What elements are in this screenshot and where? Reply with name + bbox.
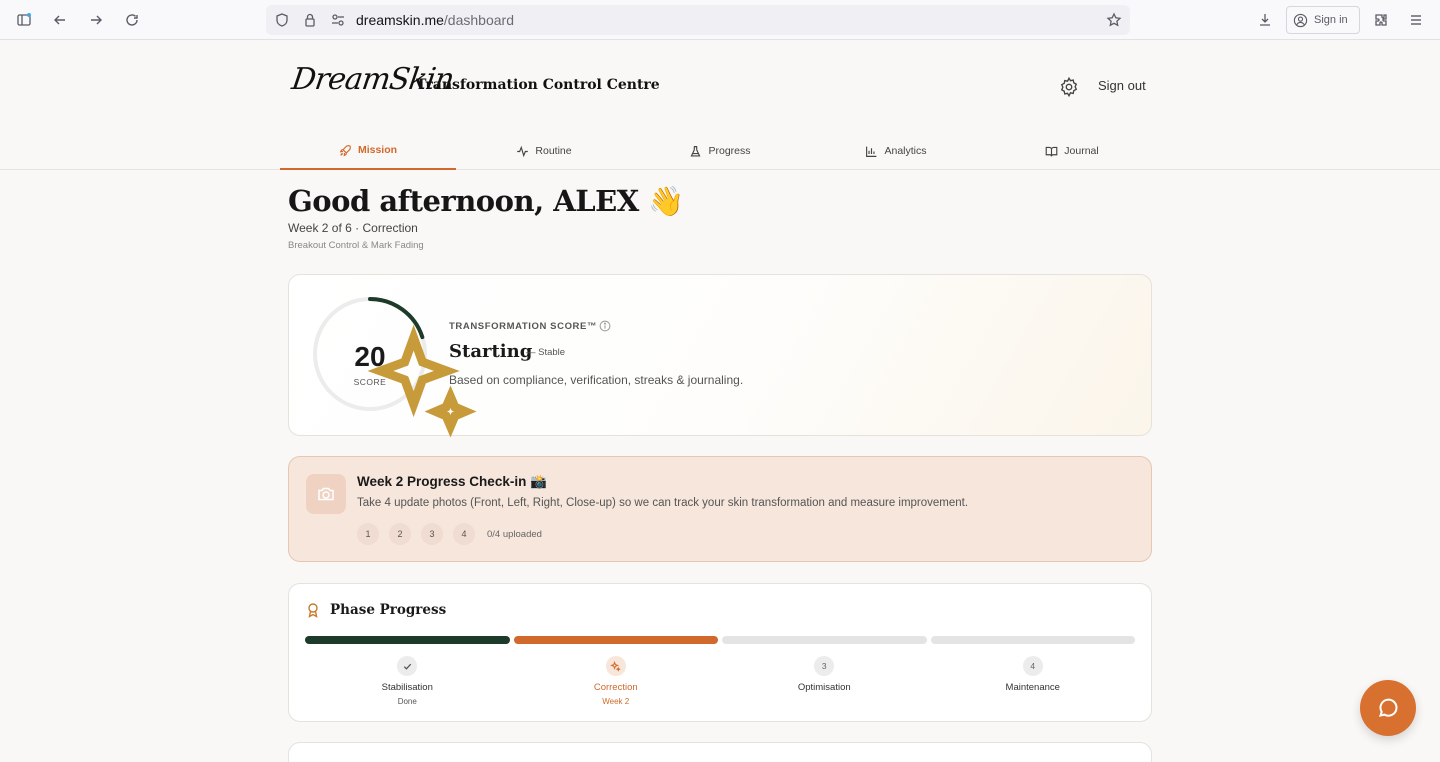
bookmark-star-icon[interactable] xyxy=(1106,12,1122,28)
gear-icon[interactable] xyxy=(1058,76,1080,98)
sparkles-icon xyxy=(610,660,622,672)
phase-step-marker xyxy=(605,656,626,676)
photo-slots: 1 2 3 4 0/4 uploaded xyxy=(357,523,542,545)
score-ring: 20 SCORE xyxy=(311,295,477,438)
score-value: 20 xyxy=(354,341,386,372)
score-status: Starting xyxy=(449,341,533,362)
app-header: DreamSkin Transformation Control Centre … xyxy=(0,40,1440,170)
info-icon[interactable] xyxy=(599,320,611,332)
url-text[interactable]: dreamskin.me/dashboard xyxy=(356,12,514,28)
extensions-icon[interactable] xyxy=(1369,8,1393,32)
score-trend: — Stable xyxy=(526,347,566,358)
url-bar[interactable]: dreamskin.me/dashboard xyxy=(266,5,1130,35)
lock-icon[interactable] xyxy=(302,12,318,28)
tab-analytics-label: Analytics xyxy=(884,145,927,157)
photo-slot[interactable]: 1 xyxy=(357,523,379,545)
sign-out-button[interactable]: Sign out xyxy=(1098,78,1146,93)
phase-steps: Stabilisation Done Correction Week 2 3 O… xyxy=(305,656,1135,706)
award-icon xyxy=(308,603,318,618)
forward-icon[interactable] xyxy=(84,8,108,32)
tab-progress[interactable]: Progress xyxy=(632,132,808,170)
tab-progress-label: Progress xyxy=(708,145,751,157)
camera-icon[interactable] xyxy=(306,474,346,514)
phase-step-name: Correction xyxy=(593,682,638,693)
back-icon[interactable] xyxy=(48,8,72,32)
week-indicator: Week 2 of 6 · Correction xyxy=(288,221,418,235)
transformation-score-card: 20 SCORE TRANSFORMATION SCORE™ Starting … xyxy=(288,274,1152,438)
phase-bars xyxy=(305,636,1135,644)
browser-signin-label: Sign in xyxy=(1314,14,1348,26)
checkin-title: Week 2 Progress Check-in 📸 xyxy=(357,474,547,489)
checkin-description: Take 4 update photos (Front, Left, Right… xyxy=(357,497,969,509)
shield-icon[interactable] xyxy=(274,12,290,28)
next-card xyxy=(288,742,1152,762)
phase-bar xyxy=(305,636,510,644)
url-path: /dashboard xyxy=(443,12,514,28)
reload-icon[interactable] xyxy=(120,8,144,32)
photo-slot[interactable]: 4 xyxy=(453,523,475,545)
chat-button[interactable] xyxy=(1360,680,1416,736)
activity-icon xyxy=(517,145,529,157)
tab-mission[interactable]: Mission xyxy=(280,132,456,170)
phase-bar xyxy=(722,636,927,644)
phase-step-maintenance: 4 Maintenance xyxy=(931,656,1136,706)
sidebar-toggle-icon[interactable] xyxy=(12,8,36,32)
phase-step-marker: 4 xyxy=(1022,656,1043,676)
phase-step-name: Maintenance xyxy=(1005,682,1060,693)
tab-journal[interactable]: Journal xyxy=(984,132,1160,170)
photo-slot[interactable]: 3 xyxy=(421,523,443,545)
tab-analytics[interactable]: Analytics xyxy=(808,132,984,170)
upload-status: 0/4 uploaded xyxy=(487,528,542,540)
browser-toolbar: dreamskin.me/dashboard Sign in xyxy=(0,0,1440,40)
score-unit-label: SCORE xyxy=(353,377,387,387)
bar-chart-icon xyxy=(866,146,877,157)
phase-step-name: Stabilisation xyxy=(381,682,433,693)
phase-bar xyxy=(513,636,718,644)
chat-bubble-icon xyxy=(1378,698,1398,717)
progress-checkin-card[interactable]: Week 2 Progress Check-in 📸 Take 4 update… xyxy=(288,456,1152,562)
rocket-icon xyxy=(339,144,351,156)
tab-journal-label: Journal xyxy=(1064,145,1099,157)
phase-progress-title: Phase Progress xyxy=(330,602,447,618)
score-description: Based on compliance, verification, strea… xyxy=(449,373,744,387)
check-icon xyxy=(403,663,411,670)
menu-icon[interactable] xyxy=(1404,8,1428,32)
phase-step-sub: Done xyxy=(397,697,417,706)
browser-signin-button[interactable]: Sign in xyxy=(1286,6,1360,34)
photo-slot[interactable]: 2 xyxy=(389,523,411,545)
flask-icon xyxy=(691,145,701,157)
phase-step-correction: Correction Week 2 xyxy=(514,656,719,706)
phase-step-name: Optimisation xyxy=(797,682,851,693)
tab-routine-label: Routine xyxy=(535,145,572,157)
main-nav: Mission Routine Progress Analytics Journ… xyxy=(280,132,1160,170)
download-icon[interactable] xyxy=(1253,8,1277,32)
tab-routine[interactable]: Routine xyxy=(456,132,632,170)
score-label: TRANSFORMATION SCORE™ xyxy=(449,321,598,332)
phase-bar xyxy=(930,636,1135,644)
phase-step-sub: Week 2 xyxy=(602,697,630,706)
phase-step-optimisation: 3 Optimisation xyxy=(722,656,927,706)
app-title: Transformation Control Centre xyxy=(416,77,660,93)
account-icon xyxy=(1293,13,1308,27)
phase-progress-card: Phase Progress Stabilisation Done Correc… xyxy=(288,583,1152,722)
url-domain: dreamskin.me xyxy=(356,12,444,28)
permissions-icon[interactable] xyxy=(330,12,346,28)
phase-step-marker: 3 xyxy=(814,656,835,676)
phase-step-marker xyxy=(397,656,418,676)
phase-focus: Breakout Control & Mark Fading xyxy=(288,240,424,251)
book-open-icon xyxy=(1045,146,1058,156)
greeting-title: Good afternoon, ALEX 👋 xyxy=(288,184,684,218)
tab-mission-label: Mission xyxy=(357,144,398,156)
phase-step-stabilisation: Stabilisation Done xyxy=(305,656,510,706)
